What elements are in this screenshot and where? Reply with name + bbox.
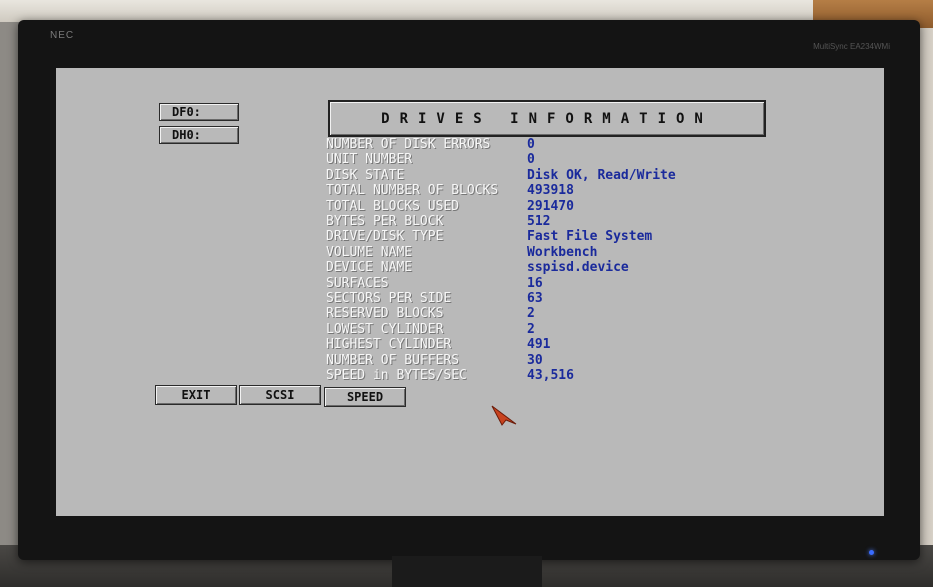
drive-dh0-button[interactable]: DH0: xyxy=(159,126,239,144)
info-label: BYTES PER BLOCK xyxy=(326,214,444,229)
info-value: 2 xyxy=(527,321,535,337)
info-row: DISK STATE Disk OK, Read/Write xyxy=(326,168,836,183)
info-row: RESERVED BLOCKS 2 xyxy=(326,306,836,321)
info-row: UNIT NUMBER 0 xyxy=(326,152,836,167)
info-label: TOTAL NUMBER OF BLOCKS xyxy=(326,183,499,199)
info-value: 493918 xyxy=(527,183,574,199)
info-row: VOLUME NAME Workbench xyxy=(326,245,836,260)
info-value: 0 xyxy=(527,137,535,152)
mouse-pointer-icon xyxy=(491,405,517,426)
info-label: SECTORS PER SIDE xyxy=(326,291,452,306)
info-label: RESERVED BLOCKS xyxy=(326,306,444,322)
info-value: 512 xyxy=(527,214,551,229)
amiga-screen: DF0: DH0: DRIVES INFORMATION NUMBER OF D… xyxy=(56,68,884,516)
info-row: SURFACES 16 xyxy=(326,276,836,291)
info-row: LOWEST CYLINDER 2 xyxy=(326,322,836,337)
info-label: TOTAL BLOCKS USED xyxy=(326,198,460,214)
info-value: 30 xyxy=(527,352,543,368)
info-value: 2 xyxy=(527,306,535,322)
info-label: DISK STATE xyxy=(326,167,405,183)
info-label: NUMBER OF DISK ERRORS xyxy=(326,137,491,152)
info-value: 16 xyxy=(527,275,543,291)
info-row: DEVICE NAME sspisd.device xyxy=(326,260,836,275)
info-label: SPEED in BYTES/SEC xyxy=(326,368,467,383)
page-title: DRIVES INFORMATION xyxy=(328,100,766,137)
info-row: DRIVE/DISK TYPE Fast File System xyxy=(326,229,836,244)
exit-button[interactable]: EXIT xyxy=(155,385,237,405)
info-value: Disk OK, Read/Write xyxy=(527,167,676,183)
info-label: NUMBER OF BUFFERS xyxy=(326,352,460,368)
info-row: TOTAL BLOCKS USED 291470 xyxy=(326,199,836,214)
info-row: SECTORS PER SIDE 63 xyxy=(326,291,836,306)
info-label: LOWEST CYLINDER xyxy=(326,321,444,337)
info-row: TOTAL NUMBER OF BLOCKS 493918 xyxy=(326,183,836,198)
speed-button[interactable]: SPEED xyxy=(324,387,406,407)
info-value: 43,516 xyxy=(527,368,574,383)
info-row: BYTES PER BLOCK 512 xyxy=(326,214,836,229)
info-row: NUMBER OF BUFFERS 30 xyxy=(326,353,836,368)
info-value: 291470 xyxy=(527,198,574,214)
background-wall xyxy=(0,0,933,22)
info-value: 0 xyxy=(527,152,535,168)
info-value: Workbench xyxy=(527,244,598,260)
info-label: HIGHEST CYLINDER xyxy=(326,337,452,353)
info-row: NUMBER OF DISK ERRORS 0 xyxy=(326,137,836,152)
info-value: sspisd.device xyxy=(527,260,629,276)
info-label: SURFACES xyxy=(326,275,389,291)
drive-df0-button[interactable]: DF0: xyxy=(159,103,239,121)
info-value: 63 xyxy=(527,291,543,306)
info-label: DEVICE NAME xyxy=(326,260,413,276)
info-label: UNIT NUMBER xyxy=(326,152,413,168)
monitor-model: MultiSync EA234WMi xyxy=(813,42,890,51)
info-value: 491 xyxy=(527,337,551,353)
info-value: Fast File System xyxy=(527,229,653,245)
info-label: VOLUME NAME xyxy=(326,244,413,260)
scsi-button[interactable]: SCSI xyxy=(239,385,321,405)
monitor-brand: NEC xyxy=(50,30,75,41)
info-row: SPEED in BYTES/SEC 43,516 xyxy=(326,368,836,383)
power-led-icon xyxy=(869,550,874,555)
monitor-stand xyxy=(392,556,542,587)
info-label: DRIVE/DISK TYPE xyxy=(326,229,444,245)
info-row: HIGHEST CYLINDER 491 xyxy=(326,337,836,352)
